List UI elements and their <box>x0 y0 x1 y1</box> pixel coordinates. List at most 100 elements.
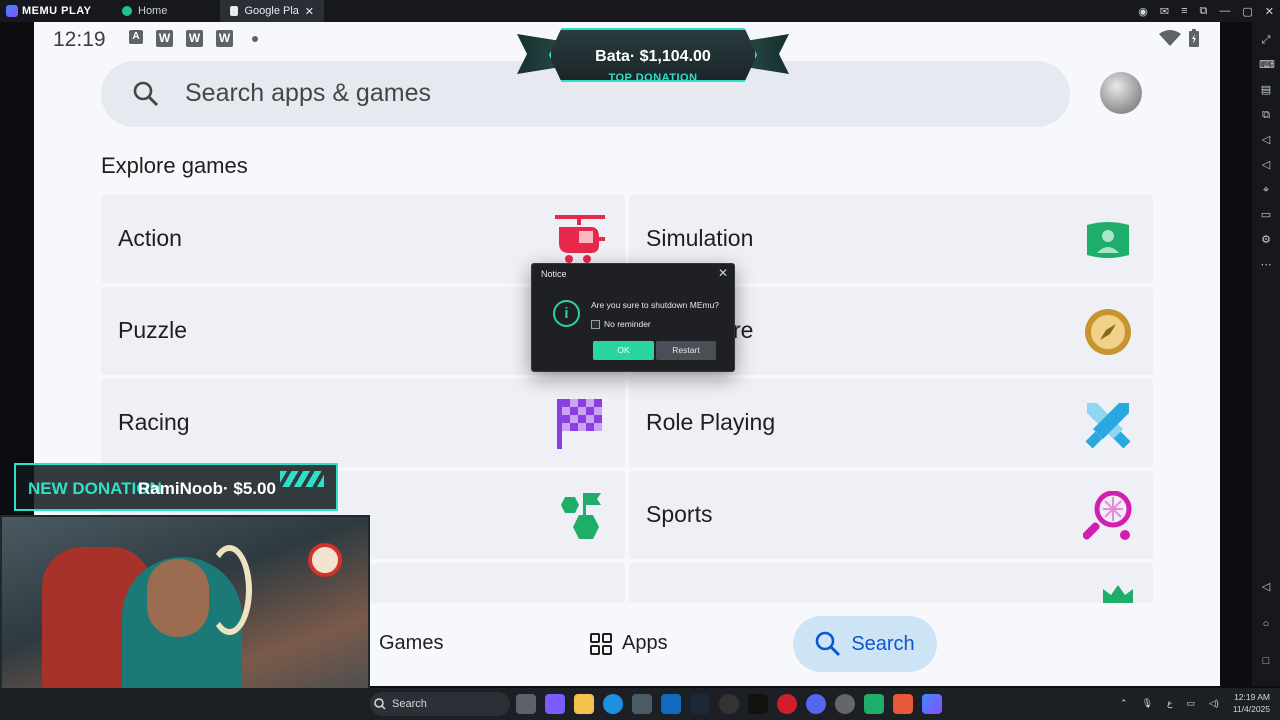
edge-icon[interactable] <box>603 694 623 714</box>
store-icon[interactable] <box>632 694 652 714</box>
checkbox-box[interactable] <box>591 319 600 329</box>
info-icon: i <box>553 300 580 327</box>
taskbar-date: 11/4/2025 <box>1232 704 1270 714</box>
account-icon[interactable]: ◉ <box>1138 5 1148 18</box>
taskbar-search-label: Search <box>392 698 427 710</box>
tennis-racket-icon <box>1083 491 1132 540</box>
task-view-icon[interactable] <box>516 694 536 714</box>
search-icon <box>374 698 386 710</box>
taskbar-search[interactable]: Search <box>370 692 510 716</box>
opera-icon[interactable] <box>777 694 797 714</box>
crossed-swords-icon <box>1085 403 1131 449</box>
location-icon[interactable]: ⌖ <box>1259 183 1273 197</box>
restart-button[interactable]: Restart <box>656 341 716 360</box>
home-icon[interactable]: ○ <box>1259 617 1273 631</box>
battery-icon <box>1189 29 1199 47</box>
status-clock: 12:19 <box>53 28 106 51</box>
account-avatar[interactable] <box>1100 72 1142 114</box>
tab-home[interactable]: Home <box>112 0 220 22</box>
network-icon[interactable]: ▭ <box>1186 698 1195 709</box>
checkered-flag-icon <box>557 399 602 449</box>
nav-apps-label: Apps <box>622 632 668 654</box>
wifi-icon <box>1159 30 1181 46</box>
multi-instance-icon[interactable]: ⧉ <box>1259 108 1273 122</box>
compass-icon <box>1085 309 1131 355</box>
nav-games-label: Games <box>379 632 444 654</box>
nav-games[interactable]: Games <box>379 632 443 655</box>
tab-home-label: Home <box>138 5 168 17</box>
app-name: MEMU PLAY <box>22 5 92 17</box>
taskbar-clock[interactable]: 12:19 AM 11/4/2025 <box>1233 691 1270 715</box>
more-notifications-dot <box>252 36 258 42</box>
restore-small-icon[interactable]: ⧉ <box>1200 5 1208 18</box>
moon-lamp <box>207 545 252 635</box>
dialog-message: Are you sure to shutdown MEmu? <box>591 300 720 310</box>
category-label: Racing <box>118 409 190 435</box>
emulator-titlebar: MEMU PLAY Home Google Play Store ✕ ◉ ✉ ≡… <box>0 0 1280 22</box>
menu-icon[interactable]: ≡ <box>1181 5 1187 17</box>
language-icon[interactable]: ع <box>1167 698 1172 709</box>
system-tray: ⌃ 🎙︎ ع ▭ ◁) 12:19 AM 11/4/2025 <box>1120 691 1270 715</box>
top-donation-overlay: Bata· $1,104.00 TOP DONATION <box>517 22 789 86</box>
mail-icon[interactable]: ✉ <box>1160 5 1169 18</box>
obs-icon[interactable] <box>835 694 855 714</box>
close-window-icon[interactable]: ✕ <box>1265 5 1274 18</box>
play-store-tab-icon <box>230 6 239 16</box>
close-tab-icon[interactable]: ✕ <box>305 5 314 18</box>
crown-icon <box>1103 585 1133 603</box>
recents-icon[interactable]: □ <box>1259 654 1273 668</box>
nav-apps[interactable]: Apps <box>590 632 668 655</box>
chevron-up-icon[interactable]: ⌃ <box>1120 698 1128 709</box>
discord-icon[interactable] <box>806 694 826 714</box>
media-app-icon[interactable] <box>893 694 913 714</box>
search-icon <box>133 81 159 107</box>
category-tile-racing[interactable]: Racing <box>101 379 625 467</box>
file-explorer-icon[interactable] <box>574 694 594 714</box>
tab-google-play-store[interactable]: Google Play Store ✕ <box>220 0 324 22</box>
tiktok-icon[interactable] <box>748 694 768 714</box>
search-placeholder: Search apps & games <box>185 79 431 107</box>
apk-icon[interactable]: ▤ <box>1259 83 1273 97</box>
volume-icon[interactable]: ◁) <box>1209 698 1219 709</box>
helicopter-icon <box>555 215 605 263</box>
android-app-icon[interactable] <box>864 694 884 714</box>
volume-up-icon[interactable]: ◁ <box>1259 133 1273 147</box>
w-notification-icon: W <box>186 30 203 47</box>
microphone-icon[interactable]: 🎙︎ <box>1142 698 1153 709</box>
nav-search-label: Search <box>851 632 915 655</box>
back-icon[interactable]: ◁ <box>1259 580 1273 594</box>
checkbox-label: No reminder <box>604 319 651 329</box>
outlook-icon[interactable] <box>661 694 681 714</box>
shutdown-notice-dialog: Notice ✕ i Are you sure to shutdown MEmu… <box>531 263 735 372</box>
memu-taskbar-icon[interactable] <box>922 694 942 714</box>
fullscreen-icon[interactable]: ⤢ <box>1259 33 1273 47</box>
4k-app-icon[interactable] <box>719 694 739 714</box>
no-smoking-sign <box>308 543 342 577</box>
more-icon[interactable]: ⋯ <box>1259 258 1273 272</box>
keyboard-icon[interactable]: ⌨ <box>1259 58 1275 72</box>
minimize-icon[interactable]: — <box>1219 5 1230 17</box>
category-tile-partial-right[interactable] <box>629 563 1153 603</box>
folder-icon[interactable]: ▭ <box>1259 208 1273 222</box>
a-notification-icon: A <box>129 30 143 44</box>
category-label: re <box>733 317 754 343</box>
overlay-stripes <box>280 471 324 487</box>
ok-button[interactable]: OK <box>593 341 654 360</box>
category-label: Action <box>118 225 182 251</box>
windows-taskbar: Search ⌃ 🎙︎ ع ▭ ◁) 12:19 AM 11/4/2025 <box>0 688 1280 720</box>
nav-search[interactable]: Search <box>793 616 937 672</box>
category-label: Puzzle <box>118 317 188 343</box>
no-reminder-checkbox[interactable]: No reminder <box>591 319 651 329</box>
copilot-icon[interactable] <box>545 694 565 714</box>
maximize-icon[interactable]: ▢ <box>1242 5 1252 18</box>
settings-icon[interactable]: ⚙ <box>1259 233 1273 247</box>
steam-icon[interactable] <box>690 694 710 714</box>
category-tile-sports[interactable]: Sports <box>629 471 1153 559</box>
volume-down-icon[interactable]: ◁ <box>1259 158 1273 172</box>
dialog-close-icon[interactable]: ✕ <box>718 266 728 280</box>
category-label: Simulation <box>646 225 754 251</box>
w-notification-icon: W <box>156 30 173 47</box>
category-tile-role-playing[interactable]: Role Playing <box>629 379 1153 467</box>
memu-logo-icon <box>6 5 18 17</box>
apps-grid-icon <box>590 632 612 655</box>
